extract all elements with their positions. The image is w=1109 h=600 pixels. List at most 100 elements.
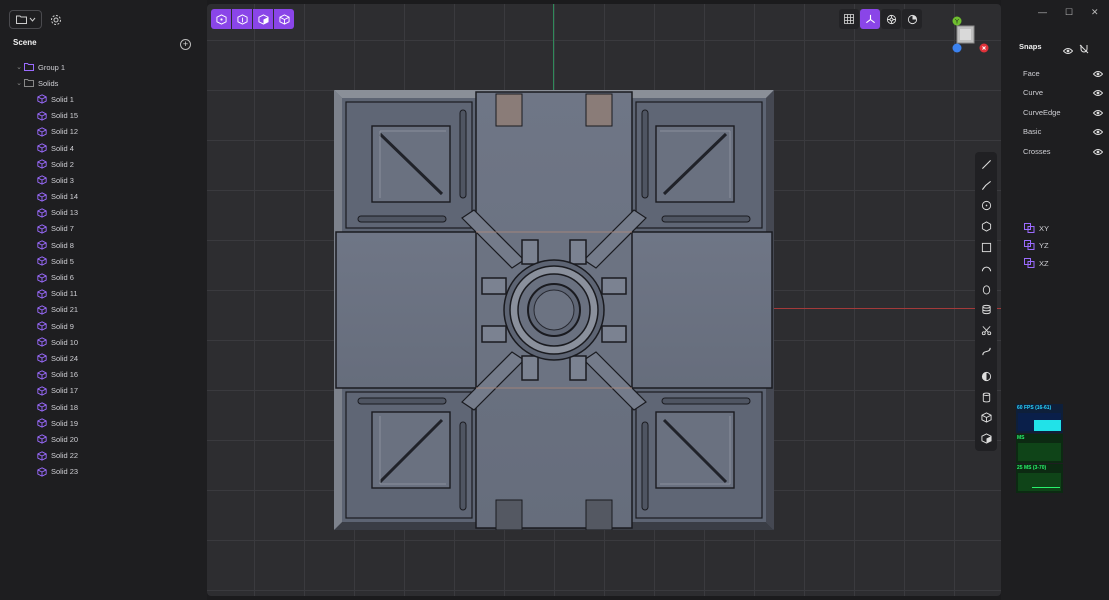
- tree-item-solid[interactable]: Solid 14: [0, 189, 207, 205]
- snaps-visibility-toggle[interactable]: [1062, 42, 1074, 60]
- tree-item-label: Solid 21: [51, 305, 79, 315]
- cube-icon: [36, 143, 47, 153]
- eye-icon[interactable]: [1093, 89, 1103, 97]
- tree-item-solid[interactable]: Solid 6: [0, 269, 207, 285]
- view-front-button[interactable]: [232, 9, 252, 29]
- tree-item-label: Solid 15: [51, 111, 79, 121]
- plane-item-label: XZ: [1039, 258, 1049, 268]
- half-circle-icon: [981, 371, 991, 381]
- chevron-down-icon[interactable]: ⌄: [15, 79, 23, 87]
- file-menu-button[interactable]: [9, 10, 42, 29]
- tree-item-label: Solid 12: [51, 127, 79, 137]
- grid-toggle-button[interactable]: [839, 9, 859, 29]
- tree-item-solid[interactable]: Solid 10: [0, 334, 207, 350]
- arc-tool[interactable]: [975, 258, 997, 279]
- plane-icon: [1024, 240, 1035, 250]
- tree-item-solid[interactable]: Solid 11: [0, 286, 207, 302]
- add-object-button[interactable]: +: [180, 39, 191, 50]
- snaps-disable-toggle[interactable]: [1079, 41, 1089, 59]
- tree-item-solid[interactable]: Solid 24: [0, 350, 207, 366]
- tree-item-solid[interactable]: Solid 3: [0, 172, 207, 188]
- circle-tool[interactable]: [975, 196, 997, 217]
- eye-icon[interactable]: [1093, 148, 1103, 156]
- folder-icon: [23, 62, 34, 72]
- eye-icon[interactable]: [1093, 109, 1103, 117]
- plane-item[interactable]: XZ: [1024, 258, 1049, 268]
- tree-item-solid[interactable]: Solid 12: [0, 124, 207, 140]
- tree-item-solid[interactable]: Solid 2: [0, 156, 207, 172]
- cut-tool[interactable]: [975, 320, 997, 341]
- axes-toggle-button[interactable]: [860, 9, 880, 29]
- cube-front-icon: [236, 13, 248, 25]
- cube-icon: [36, 289, 47, 299]
- tree-item-solid[interactable]: Solid 7: [0, 221, 207, 237]
- tree-item-label: Solid 10: [51, 337, 79, 347]
- tree-item-solid[interactable]: Solid 1: [0, 91, 207, 107]
- cube-icon: [36, 305, 47, 315]
- ms-graph: MS: [1016, 434, 1063, 463]
- tree-item-solid[interactable]: Solid 5: [0, 253, 207, 269]
- tree-item-solid[interactable]: Solid 20: [0, 431, 207, 447]
- scene-title: Scene: [13, 38, 37, 47]
- curve-tool[interactable]: [975, 341, 997, 362]
- snap-item[interactable]: Face: [1023, 69, 1103, 78]
- tree-item-label: Solid 8: [51, 240, 74, 250]
- maximize-button[interactable]: ☐: [1065, 7, 1073, 18]
- tree-item-solid[interactable]: Solid 8: [0, 237, 207, 253]
- tree-item-solid[interactable]: Solid 18: [0, 399, 207, 415]
- tree-item-solid[interactable]: Solid 21: [0, 302, 207, 318]
- z-axis-handle[interactable]: [952, 43, 962, 53]
- plane-item[interactable]: XY: [1024, 223, 1049, 233]
- cube-icon: [980, 412, 992, 424]
- mb-graph: 25 MS (3-70): [1016, 464, 1063, 493]
- cube-icon: [36, 159, 47, 169]
- view-side-button[interactable]: [253, 9, 273, 29]
- snap-toggle-button[interactable]: [881, 9, 901, 29]
- chevron-down-icon[interactable]: ⌄: [15, 63, 23, 71]
- snaps-panel: — ☐ ✕ Snaps Face Curve CurveEdge Basic Cross…: [1001, 0, 1109, 600]
- y-axis-label: Y: [955, 20, 959, 26]
- tree-item-group[interactable]: ⌄ Group 1: [0, 59, 207, 75]
- tree-item-solid[interactable]: Solid 4: [0, 140, 207, 156]
- tree-item-solid[interactable]: Solid 19: [0, 415, 207, 431]
- eye-icon[interactable]: [1093, 128, 1103, 136]
- settings-button[interactable]: [48, 12, 64, 28]
- cylinder-tool[interactable]: [975, 387, 997, 408]
- snap-item[interactable]: Basic: [1023, 127, 1103, 136]
- snap-item[interactable]: CurveEdge: [1023, 108, 1103, 117]
- tree-item-solid[interactable]: Solid 23: [0, 464, 207, 480]
- cube-icon: [36, 353, 47, 364]
- snap-item[interactable]: Crosses: [1023, 147, 1103, 156]
- boolean-tool[interactable]: [975, 366, 997, 387]
- line-tool[interactable]: [975, 154, 997, 175]
- grid-icon: [844, 14, 854, 24]
- tree-item-solid[interactable]: Solid 17: [0, 383, 207, 399]
- tree-item-label: Solid 13: [51, 208, 79, 218]
- orientation-gizmo[interactable]: Y: [952, 16, 992, 54]
- tree-item-solid[interactable]: Solid 22: [0, 448, 207, 464]
- tree-item-solid[interactable]: Solid 9: [0, 318, 207, 334]
- tree-item-solid[interactable]: Solid 16: [0, 367, 207, 383]
- plane-item[interactable]: YZ: [1024, 240, 1049, 250]
- snap-item[interactable]: Curve: [1023, 88, 1103, 97]
- polyline-tool[interactable]: [975, 175, 997, 196]
- box-tool[interactable]: [975, 408, 997, 429]
- render-mode-button[interactable]: [902, 9, 922, 29]
- solid-tool[interactable]: [975, 428, 997, 449]
- snap-item-label: Curve: [1023, 88, 1044, 97]
- eye-icon[interactable]: [1093, 70, 1103, 78]
- ellipse-tool[interactable]: [975, 279, 997, 300]
- extrude-tool[interactable]: [975, 300, 997, 321]
- tree-item-solids[interactable]: ⌄ Solids: [0, 75, 207, 91]
- 3d-viewport[interactable]: [207, 4, 1001, 596]
- view-top-button[interactable]: [211, 9, 231, 29]
- tree-item-solid[interactable]: Solid 13: [0, 205, 207, 221]
- close-button[interactable]: ✕: [1091, 7, 1099, 18]
- polygon-tool[interactable]: [975, 216, 997, 237]
- minimize-button[interactable]: —: [1038, 7, 1047, 17]
- tree-item-label: Solid 18: [51, 402, 79, 412]
- view-iso-button[interactable]: [274, 9, 294, 29]
- model-render[interactable]: [334, 90, 774, 530]
- tree-item-solid[interactable]: Solid 15: [0, 108, 207, 124]
- rectangle-tool[interactable]: [975, 237, 997, 258]
